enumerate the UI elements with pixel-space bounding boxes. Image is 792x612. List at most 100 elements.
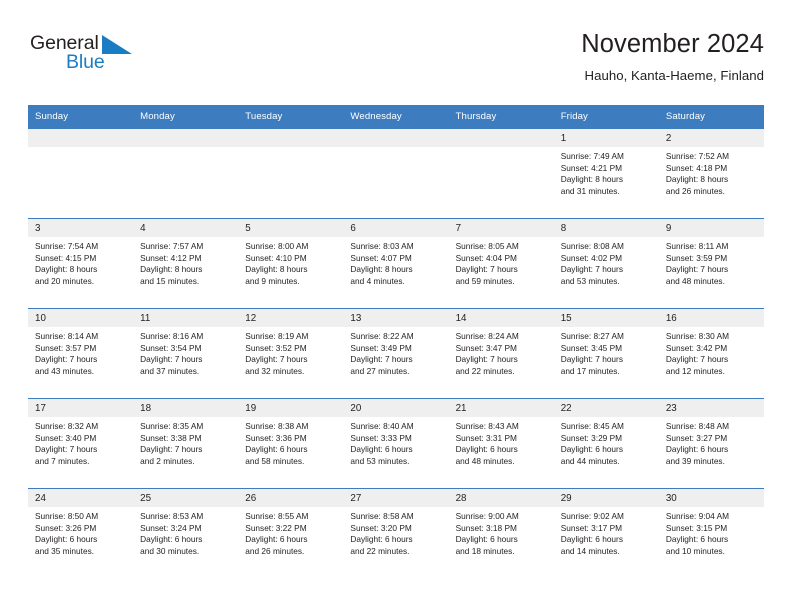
calendar-day-cell[interactable]: 6 Sunrise: 8:03 AM Sunset: 4:07 PM Daylight…: [343, 218, 449, 309]
day-number: 20: [343, 399, 449, 417]
calendar-day-cell[interactable]: 29 Sunrise: 9:02 AM Sunset: 3:17 PM Dayligh…: [553, 488, 659, 579]
daylight-text-line2: and 15 minutes.: [140, 275, 200, 286]
calendar-day-cell[interactable]: 30 Sunrise: 9:04 AM Sunset: 3:15 PM Dayligh…: [658, 488, 764, 579]
calendar-day-cell[interactable]: 22 Sunrise: 8:45 AM Sunset: 3:29 PM Dayligh…: [553, 398, 659, 489]
calendar-day-cell[interactable]: 12 Sunrise: 8:19 AM Sunset: 3:52 PM Dayligh…: [238, 308, 344, 399]
sunrise-text: Sunrise: 8:24 AM: [455, 331, 519, 341]
daylight-text-line2: and 22 minutes.: [455, 365, 515, 376]
sunset-text: Sunset: 3:17 PM: [560, 522, 623, 533]
calendar-day-cell[interactable]: 26 Sunrise: 8:55 AM Sunset: 3:22 PM Dayligh…: [238, 488, 344, 579]
day-number: [133, 129, 239, 147]
calendar-day-cell[interactable]: 28 Sunrise: 9:00 AM Sunset: 3:18 PM Dayligh…: [448, 488, 554, 579]
calendar-day-cell[interactable]: 9 Sunrise: 8:11 AM Sunset: 3:59 PM Daylight…: [658, 218, 764, 309]
calendar-day-cell[interactable]: 21 Sunrise: 8:43 AM Sunset: 3:31 PM Dayligh…: [448, 398, 554, 489]
calendar-day-cell[interactable]: 24 Sunrise: 8:50 AM Sunset: 3:26 PM Dayligh…: [28, 488, 134, 579]
day-number: 16: [658, 309, 764, 327]
calendar-day-cell[interactable]: 15 Sunrise: 8:27 AM Sunset: 3:45 PM Dayligh…: [553, 308, 659, 399]
calendar-day-cell[interactable]: 7 Sunrise: 8:05 AM Sunset: 4:04 PM Daylight…: [448, 218, 554, 309]
calendar-week-row: 17 Sunrise: 8:32 AM Sunset: 3:40 PM Dayligh…: [28, 398, 764, 489]
daylight-text-line1: Daylight: 8 hours: [35, 264, 98, 275]
brand-name-blue: Blue: [66, 51, 105, 73]
day-number: [28, 129, 134, 147]
calendar-body: 1 Sunrise: 7:49 AM Sunset: 4:21 PM Daylight…: [28, 128, 764, 579]
weekday-header-monday: Monday: [133, 105, 239, 129]
calendar-day-cell[interactable]: 1 Sunrise: 7:49 AM Sunset: 4:21 PM Daylight…: [553, 128, 659, 219]
sunrise-text: Sunrise: 8:32 AM: [35, 421, 99, 431]
daylight-text-line2: and 18 minutes.: [455, 545, 515, 556]
daylight-text-line1: Daylight: 6 hours: [245, 444, 308, 455]
day-number: [238, 129, 344, 147]
sunrise-text: Sunrise: 8:14 AM: [35, 331, 99, 341]
brand-logo[interactable]: General Blue: [30, 32, 210, 88]
day-number: 27: [343, 489, 449, 507]
day-number: 12: [238, 309, 344, 327]
sunrise-text: Sunrise: 8:11 AM: [665, 241, 729, 251]
daylight-text-line2: and 26 minutes.: [245, 545, 305, 556]
sunset-text: Sunset: 3:45 PM: [560, 342, 623, 353]
day-details: Sunrise: 8:16 AM Sunset: 3:54 PM Daylight:…: [133, 327, 238, 377]
calendar-day-cell[interactable]: 19 Sunrise: 8:38 AM Sunset: 3:36 PM Dayligh…: [238, 398, 344, 489]
daylight-text-line2: and 53 minutes.: [560, 275, 620, 286]
daylight-text-line1: Daylight: 7 hours: [245, 354, 308, 365]
calendar-cell-empty: [343, 128, 449, 219]
weekday-header-wednesday: Wednesday: [343, 105, 449, 129]
calendar-day-cell[interactable]: 2 Sunrise: 7:52 AM Sunset: 4:18 PM Daylight…: [658, 128, 764, 219]
day-details: Sunrise: 7:52 AM Sunset: 4:18 PM Daylight:…: [659, 147, 764, 197]
calendar-day-cell[interactable]: 27 Sunrise: 8:58 AM Sunset: 3:20 PM Dayligh…: [343, 488, 449, 579]
calendar-day-cell[interactable]: 4 Sunrise: 7:57 AM Sunset: 4:12 PM Daylight…: [133, 218, 239, 309]
calendar-page: General Blue November 2024 Hauho, Kanta-…: [0, 0, 792, 612]
daylight-text-line2: and 48 minutes.: [665, 275, 725, 286]
day-number: [343, 129, 449, 147]
daylight-text-line1: Daylight: 7 hours: [35, 354, 98, 365]
sunset-text: Sunset: 4:10 PM: [245, 252, 307, 263]
daylight-text-line2: and 26 minutes.: [665, 185, 725, 196]
sunset-text: Sunset: 4:07 PM: [350, 252, 412, 263]
daylight-text-line1: Daylight: 6 hours: [455, 534, 518, 545]
sunrise-text: Sunrise: 7:49 AM: [560, 151, 624, 161]
calendar-day-cell[interactable]: 11 Sunrise: 8:16 AM Sunset: 3:54 PM Dayligh…: [133, 308, 239, 399]
calendar-day-cell[interactable]: 20 Sunrise: 8:40 AM Sunset: 3:33 PM Dayligh…: [343, 398, 449, 489]
daylight-text-line1: Daylight: 6 hours: [665, 444, 729, 455]
sunset-text: Sunset: 3:54 PM: [140, 342, 202, 353]
daylight-text-line1: Daylight: 7 hours: [560, 354, 623, 365]
weekday-header-thursday: Thursday: [448, 105, 554, 129]
day-number: 28: [448, 489, 554, 507]
calendar-week-row: 3 Sunrise: 7:54 AM Sunset: 4:15 PM Daylight…: [28, 218, 764, 309]
calendar-day-cell[interactable]: 5 Sunrise: 8:00 AM Sunset: 4:10 PM Daylight…: [238, 218, 344, 309]
sunrise-text: Sunrise: 8:50 AM: [35, 511, 99, 521]
calendar-day-cell[interactable]: 8 Sunrise: 8:08 AM Sunset: 4:02 PM Daylight…: [553, 218, 659, 309]
daylight-text-line1: Daylight: 7 hours: [560, 264, 623, 275]
calendar-day-cell[interactable]: 18 Sunrise: 8:35 AM Sunset: 3:38 PM Dayligh…: [133, 398, 239, 489]
day-details: Sunrise: 8:45 AM Sunset: 3:29 PM Daylight:…: [554, 417, 659, 467]
day-number: 8: [553, 219, 659, 237]
daylight-text-line2: and 17 minutes.: [560, 365, 620, 376]
calendar-week-row: 1 Sunrise: 7:49 AM Sunset: 4:21 PM Daylight…: [28, 128, 764, 219]
day-details: Sunrise: 8:27 AM Sunset: 3:45 PM Daylight:…: [554, 327, 659, 377]
daylight-text-line1: Daylight: 8 hours: [665, 174, 729, 185]
day-number: 3: [28, 219, 134, 237]
daylight-text-line2: and 59 minutes.: [455, 275, 515, 286]
calendar-day-cell[interactable]: 10 Sunrise: 8:14 AM Sunset: 3:57 PM Dayligh…: [28, 308, 134, 399]
calendar-day-cell[interactable]: 14 Sunrise: 8:24 AM Sunset: 3:47 PM Dayligh…: [448, 308, 554, 399]
daylight-text-line2: and 4 minutes.: [350, 275, 405, 286]
sunrise-text: Sunrise: 8:03 AM: [350, 241, 414, 251]
calendar-day-cell[interactable]: 23 Sunrise: 8:48 AM Sunset: 3:27 PM Dayligh…: [658, 398, 764, 489]
weekday-header-saturday: Saturday: [658, 105, 764, 129]
calendar-day-cell[interactable]: 16 Sunrise: 8:30 AM Sunset: 3:42 PM Dayligh…: [658, 308, 764, 399]
sunset-text: Sunset: 3:40 PM: [35, 432, 97, 443]
daylight-text-line2: and 53 minutes.: [350, 455, 410, 466]
day-details: Sunrise: 7:54 AM Sunset: 4:15 PM Daylight:…: [28, 237, 133, 287]
daylight-text-line2: and 44 minutes.: [560, 455, 620, 466]
sunset-text: Sunset: 3:33 PM: [350, 432, 412, 443]
day-details: Sunrise: 8:50 AM Sunset: 3:26 PM Daylight:…: [28, 507, 133, 557]
calendar-week-row: 24 Sunrise: 8:50 AM Sunset: 3:26 PM Dayligh…: [28, 488, 764, 579]
daylight-text-line1: Daylight: 6 hours: [245, 534, 308, 545]
calendar-day-cell[interactable]: 17 Sunrise: 8:32 AM Sunset: 3:40 PM Dayligh…: [28, 398, 134, 489]
daylight-text-line2: and 37 minutes.: [140, 365, 200, 376]
day-details: Sunrise: 8:24 AM Sunset: 3:47 PM Daylight:…: [449, 327, 554, 377]
calendar-day-cell[interactable]: 25 Sunrise: 8:53 AM Sunset: 3:24 PM Dayligh…: [133, 488, 239, 579]
calendar-day-cell[interactable]: 3 Sunrise: 7:54 AM Sunset: 4:15 PM Daylight…: [28, 218, 134, 309]
daylight-text-line1: Daylight: 7 hours: [35, 444, 98, 455]
calendar-day-cell[interactable]: 13 Sunrise: 8:22 AM Sunset: 3:49 PM Dayligh…: [343, 308, 449, 399]
calendar-cell-empty: [133, 128, 239, 219]
